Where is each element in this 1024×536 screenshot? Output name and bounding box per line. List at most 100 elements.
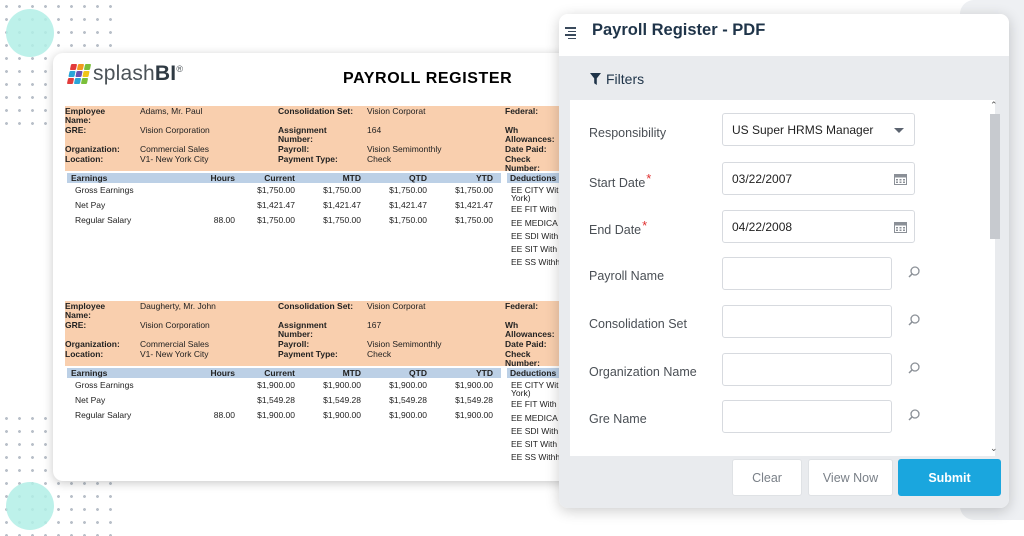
earning-mtd: $1,750.00	[323, 215, 361, 225]
earnings-column-header: QTD	[409, 173, 427, 183]
organization-value: Commercial Sales	[140, 339, 209, 349]
submit-button[interactable]: Submit	[898, 459, 1001, 496]
assignment-number-label: Assignment Number:	[278, 320, 327, 339]
search-icon[interactable]	[907, 313, 921, 327]
earning-current: $1,549.28	[257, 395, 295, 405]
scroll-down-icon[interactable]: ⌄	[990, 443, 998, 454]
earning-current: $1,900.00	[257, 410, 295, 420]
payment-type-value: Check	[367, 349, 392, 359]
earning-ytd: $1,750.00	[455, 215, 493, 225]
date-paid-label: Date Paid:	[505, 339, 547, 349]
earnings-column-header: Earnings	[71, 368, 108, 378]
wh-allowances-label: Wh Allowances:	[505, 320, 555, 339]
organization-label: Organization:	[65, 144, 120, 154]
menu-icon[interactable]	[565, 27, 576, 40]
clear-button[interactable]: Clear	[732, 459, 802, 496]
earning-mtd: $1,421.47	[323, 200, 361, 210]
report-title: PAYROLL REGISTER	[343, 70, 513, 87]
employee-block: Employee Name: Daugherty, Mr. John Consoli…	[65, 301, 583, 476]
consolidation-set-input[interactable]	[722, 305, 892, 338]
employee-block: Employee Name: Adams, Mr. Paul Consolidati…	[65, 106, 583, 281]
splashbi-logo: splashBI®	[66, 61, 184, 87]
earning-name: Regular Salary	[75, 215, 132, 225]
earning-ytd: $1,900.00	[455, 380, 493, 390]
decorative-circle-top	[6, 9, 54, 57]
start-date-value: 03/22/2007	[732, 171, 793, 186]
logo-registered-mark: ®	[176, 64, 184, 74]
location-value: V1- New York City	[140, 154, 209, 164]
scroll-up-icon[interactable]: ⌃	[990, 100, 998, 111]
location-label: Location:	[65, 349, 104, 359]
payment-type-label: Payment Type:	[278, 154, 338, 164]
payroll-name-input[interactable]	[722, 257, 892, 290]
employee-name-label: Employee Name:	[65, 106, 106, 125]
assignment-number-label: Assignment Number:	[278, 125, 327, 144]
organization-name-input[interactable]	[722, 353, 892, 386]
consolidation-set-value: Vision Corporat	[367, 106, 426, 116]
consolidation-set-value: Vision Corporat	[367, 301, 426, 311]
earnings-column-header: Current	[264, 368, 295, 378]
payroll-register-panel: Payroll Register - PDF Filters Responsib…	[559, 14, 1009, 508]
filters-header[interactable]: Filters	[590, 71, 644, 87]
earning-mtd: $1,900.00	[323, 410, 361, 420]
filter-icon	[590, 73, 601, 85]
chevron-down-icon[interactable]	[894, 128, 904, 133]
payroll-name-label: Payroll Name	[589, 269, 665, 283]
gre-name-input[interactable]	[722, 400, 892, 433]
earning-hours: 88.00	[213, 215, 235, 225]
date-paid-label: Date Paid:	[505, 144, 547, 154]
responsibility-select[interactable]: US Super HRMS Manager	[722, 113, 915, 146]
earning-name: Regular Salary	[75, 410, 132, 420]
earnings-column-header: QTD	[409, 368, 427, 378]
earning-hours: 88.00	[213, 410, 235, 420]
logo-tile	[82, 71, 90, 77]
earning-name: Net Pay	[75, 200, 106, 210]
earning-qtd: $1,750.00	[389, 215, 427, 225]
logo-text-light: splash	[93, 62, 155, 85]
earning-current: $1,900.00	[257, 380, 295, 390]
end-date-label: End Date*	[589, 218, 648, 237]
location-label: Location:	[65, 154, 104, 164]
consolidation-set-label: Consolidation Set:	[278, 106, 354, 116]
required-asterisk: *	[646, 171, 652, 186]
organization-label: Organization:	[65, 339, 120, 349]
required-asterisk: *	[642, 218, 648, 233]
gre-value: Vision Corporation	[140, 320, 210, 330]
earning-name: Gross Earnings	[75, 185, 134, 195]
consolidation-set-label: Consolidation Set	[589, 317, 687, 331]
scrollbar-thumb[interactable]	[990, 114, 1000, 239]
employee-header: Employee Name: Adams, Mr. Paul Consolidati…	[65, 106, 583, 173]
start-date-label: Start Date*	[589, 171, 652, 190]
gre-value: Vision Corporation	[140, 125, 210, 135]
earning-current: $1,421.47	[257, 200, 295, 210]
calendar-icon[interactable]	[894, 173, 907, 185]
end-date-input[interactable]: 04/22/2008	[722, 210, 915, 243]
earnings-table: Earnings Hours Current MTD QTD YTD Deductions G…	[65, 171, 583, 281]
federal-label: Federal:	[505, 301, 539, 311]
search-icon[interactable]	[907, 265, 921, 279]
location-value: V1- New York City	[140, 349, 209, 359]
search-icon[interactable]	[907, 408, 921, 422]
form-scrollbar[interactable]: ⌃ ⌄	[987, 100, 1000, 456]
earnings-column-header: Hours	[210, 173, 235, 183]
earnings-column-header: Hours	[210, 368, 235, 378]
view-now-button[interactable]: View Now	[808, 459, 893, 496]
payment-type-label: Payment Type:	[278, 349, 338, 359]
logo-tile	[83, 64, 92, 70]
federal-label: Federal:	[505, 106, 539, 116]
employee-header: Employee Name: Daugherty, Mr. John Consoli…	[65, 301, 583, 368]
gre-label: GRE:	[65, 320, 87, 330]
earning-current: $1,750.00	[257, 215, 295, 225]
filter-form: Responsibility US Super HRMS Manager Sta…	[570, 100, 1000, 456]
earning-name: Gross Earnings	[75, 380, 134, 390]
logo-mark-icon	[66, 64, 92, 84]
search-icon[interactable]	[907, 361, 921, 375]
assignment-number-value: 164	[367, 125, 382, 135]
start-date-input[interactable]: 03/22/2007	[722, 162, 915, 195]
organization-value: Commercial Sales	[140, 144, 209, 154]
earning-ytd: $1,421.47	[455, 200, 493, 210]
earnings-table: Earnings Hours Current MTD QTD YTD Deductions G…	[65, 366, 583, 476]
payroll-value: Vision Semimonthly	[367, 339, 442, 349]
employee-name-value: Daugherty, Mr. John	[140, 301, 216, 311]
calendar-icon[interactable]	[894, 221, 907, 233]
